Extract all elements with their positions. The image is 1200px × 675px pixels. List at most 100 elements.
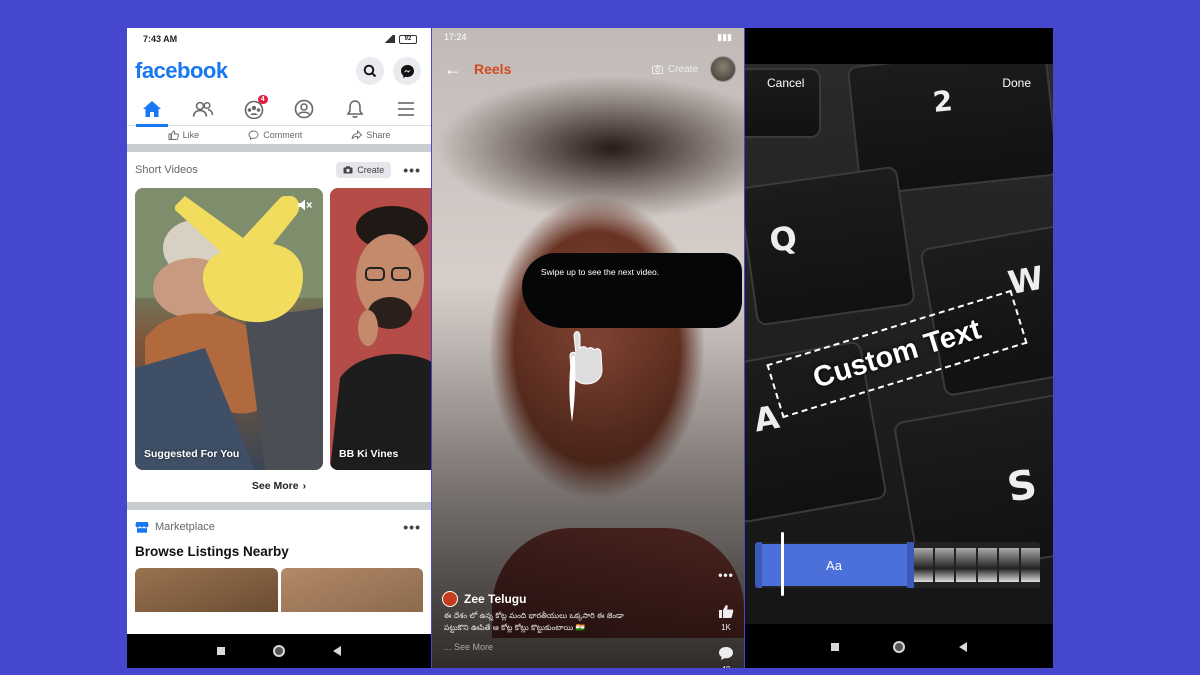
thumbs-up-icon [168, 130, 179, 140]
short-videos-title: Short Videos [135, 164, 198, 176]
feed-divider [127, 502, 431, 510]
swipe-up-hand-icon [569, 331, 603, 422]
comment-icon[interactable] [718, 646, 734, 661]
short-videos-carousel: Suggested For You BB Ki Vines [127, 188, 431, 470]
groups-notification-badge: 4 [257, 94, 268, 104]
home-icon [143, 100, 162, 117]
back-button[interactable] [333, 646, 341, 656]
avatar[interactable] [710, 56, 736, 82]
app-header: facebook [127, 50, 431, 92]
short-video-player-screen: 17:24 ▮▮▮ ← Reels Create Swipe up to see… [432, 28, 744, 668]
create-label: Create [357, 165, 385, 175]
main-nav-tabs: 4 [127, 92, 431, 127]
listing-thumbnail[interactable] [280, 568, 423, 612]
text-timeline-trim-bar[interactable]: Aa [755, 542, 1040, 588]
post-reaction-bar: Like Comment Share [127, 126, 431, 144]
create-button[interactable]: Create [651, 64, 698, 75]
marketplace-label[interactable]: Marketplace [155, 521, 215, 533]
search-button[interactable] [356, 57, 384, 85]
swipe-hint-text: Swipe up to see the next video. [540, 267, 660, 277]
profile-icon [294, 99, 314, 118]
text-duration-selection[interactable]: Aa [755, 544, 913, 586]
android-navigation-bar [745, 626, 1053, 668]
editor-top-bar: Cancel Done [767, 76, 1031, 90]
trim-end-handle[interactable] [907, 542, 914, 588]
tab-notifications[interactable] [335, 94, 375, 124]
create-short-video-button[interactable]: Create [336, 162, 392, 178]
status-time: 7:43 AM [143, 34, 178, 44]
key-label: S [1003, 461, 1041, 512]
comment-button[interactable]: Comment [248, 130, 302, 140]
comment-icon [248, 130, 259, 140]
see-more-label: See More [251, 480, 299, 492]
short-video-card[interactable]: BB Ki Vines [330, 188, 431, 470]
marketplace-listings [127, 564, 431, 612]
battery-icon: 92 [399, 34, 417, 44]
video-side-actions: ••• 1K 49 [718, 568, 734, 668]
timeline-frame [913, 548, 933, 582]
timeline-frame [956, 548, 976, 582]
more-options-icon[interactable]: ••• [403, 162, 421, 178]
recents-button[interactable] [831, 643, 839, 651]
marketplace-heading: Browse Listings Nearby [135, 544, 289, 559]
short-videos-header: Short Videos Create ••• [127, 152, 431, 188]
mute-icon[interactable] [297, 198, 313, 212]
tap-gesture-icon [175, 196, 303, 323]
share-icon [351, 130, 363, 140]
messenger-icon [400, 64, 414, 78]
author-avatar [442, 591, 458, 607]
marketplace-icon [135, 522, 149, 533]
camera-icon [651, 64, 663, 74]
timeline-frame [999, 548, 1019, 582]
back-arrow-icon[interactable]: ← [442, 58, 464, 80]
home-button[interactable] [893, 641, 905, 653]
search-icon [363, 64, 377, 78]
player-top-bar: ← Reels Create [442, 54, 736, 84]
share-button[interactable]: Share [351, 130, 390, 140]
video-text-editor-screen: 2 Q W A S Cancel Done Custom Text Aa [745, 28, 1053, 668]
like-icon[interactable] [718, 604, 734, 619]
timeline-frame [934, 548, 954, 582]
status-time: 17:24 [444, 32, 467, 42]
listing-thumbnail[interactable] [135, 568, 278, 612]
key-label: A [751, 397, 783, 440]
tab-friends[interactable] [183, 94, 223, 124]
home-button[interactable] [273, 645, 285, 657]
signal-icon [383, 35, 395, 43]
recents-button[interactable] [217, 647, 225, 655]
tab-home[interactable] [132, 94, 172, 127]
messenger-button[interactable] [393, 57, 421, 85]
like-button[interactable]: Like [168, 130, 200, 140]
author-name: Zee Telugu [464, 592, 527, 606]
caption-line: పట్టుకొని ఊపితే ఆ కోట్ల కోట్లు కొట్టుకుం… [444, 623, 585, 632]
caption-see-more-link[interactable]: ... See More [444, 642, 493, 652]
like-label: Like [182, 130, 200, 140]
more-options-icon[interactable]: ••• [403, 519, 421, 535]
done-button[interactable]: Done [1002, 76, 1031, 90]
see-more-button[interactable]: See More › [127, 470, 431, 502]
video-author[interactable]: Zee Telugu [442, 591, 526, 607]
timeline-frame [1020, 548, 1040, 582]
short-video-card[interactable]: Suggested For You [135, 188, 323, 470]
marketplace-header: Marketplace ••• [127, 510, 431, 544]
timeline-thumbnails [913, 548, 1040, 582]
share-label: Share [366, 130, 391, 140]
text-tool-label: Aa [826, 557, 842, 573]
facebook-logo[interactable]: facebook [135, 58, 228, 84]
back-button[interactable] [959, 642, 967, 652]
more-options-icon[interactable]: ••• [718, 568, 734, 582]
bell-icon [346, 99, 364, 118]
hamburger-menu-icon [397, 101, 414, 116]
tab-groups[interactable]: 4 [234, 94, 274, 124]
feed-divider [127, 144, 431, 152]
camera-icon [343, 166, 353, 174]
tab-menu[interactable] [386, 94, 426, 124]
card-title: Suggested For You [144, 448, 240, 460]
trim-start-handle[interactable] [755, 542, 762, 588]
status-icons: ▮▮▮ [717, 31, 732, 42]
video-thumbnail-bb-ki-vines [330, 188, 431, 470]
timeline-playhead[interactable] [781, 532, 784, 596]
cancel-button[interactable]: Cancel [767, 76, 804, 90]
tab-profile[interactable] [284, 94, 324, 124]
card-title: BB Ki Vines [339, 448, 399, 460]
